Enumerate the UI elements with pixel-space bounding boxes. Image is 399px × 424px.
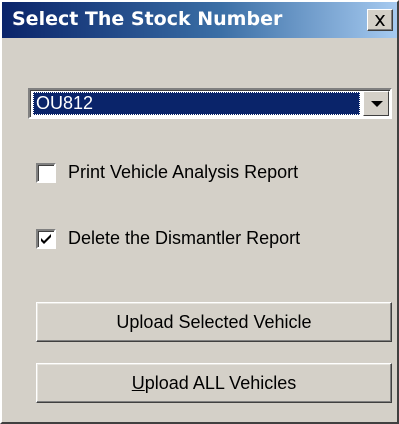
- print-report-label: Print Vehicle Analysis Report: [68, 162, 299, 182]
- close-icon: [368, 10, 392, 30]
- upload-all-button[interactable]: Upload ALL Vehicles: [36, 363, 392, 403]
- upload-all-label: Upload ALL Vehicles: [132, 373, 296, 394]
- upload-all-label-rest: pload ALL Vehicles: [144, 372, 297, 393]
- stock-number-select[interactable]: OU812: [28, 88, 392, 119]
- print-report-checkbox[interactable]: [36, 163, 56, 183]
- delete-report-label: Delete the Dismantler Report: [68, 228, 301, 248]
- delete-report-checkbox[interactable]: [36, 229, 56, 249]
- dropdown-button[interactable]: [363, 91, 389, 116]
- title-bar[interactable]: Select The Stock Number: [2, 2, 397, 38]
- close-button[interactable]: [367, 9, 393, 31]
- upload-selected-label: Upload Selected Vehicle: [116, 311, 312, 332]
- chevron-down-icon: [371, 101, 383, 107]
- stock-number-dialog: Select The Stock Number OU812 Print Vehi…: [0, 0, 399, 424]
- dialog-title: Select The Stock Number: [12, 8, 283, 30]
- upload-all-mnemonic: U: [131, 372, 145, 393]
- stock-number-value: OU812: [33, 92, 360, 115]
- upload-selected-button[interactable]: Upload Selected Vehicle: [36, 302, 392, 342]
- checkmark-icon: [41, 234, 51, 244]
